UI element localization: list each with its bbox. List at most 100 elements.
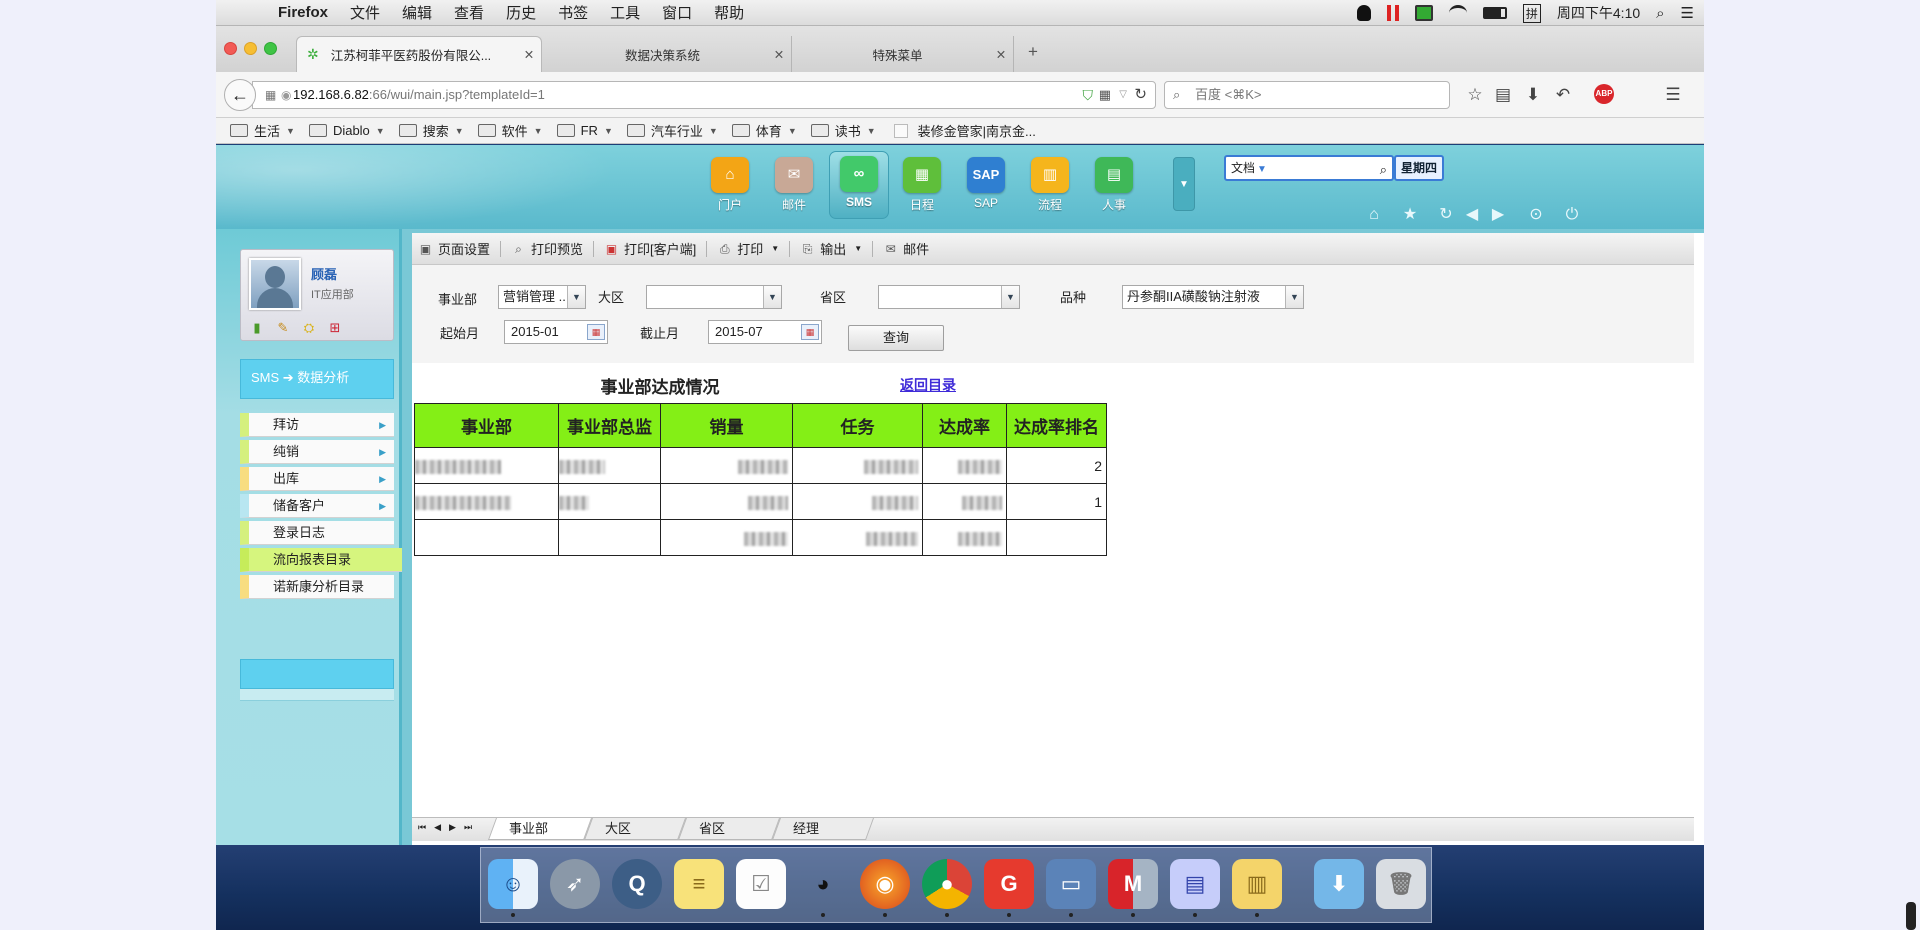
bookmark-folder-software[interactable]: 软件 ▼ [477, 121, 543, 140]
star-icon[interactable]: ★ [1400, 205, 1420, 225]
column-header[interactable]: 任务 [792, 403, 923, 448]
menu-edit[interactable]: 编辑 [402, 2, 432, 23]
app-menu[interactable]: Firefox [278, 4, 328, 21]
window-close-button[interactable] [224, 42, 237, 55]
menu-history[interactable]: 历史 [506, 2, 536, 23]
url-dropdown-icon[interactable]: ▽ [1119, 82, 1127, 108]
back-to-catalog-link[interactable]: 返回目录 [900, 375, 956, 395]
app-sap[interactable]: SAP SAP [958, 157, 1014, 219]
bookmark-star-icon[interactable]: ☆ [1464, 84, 1486, 106]
power-icon[interactable]: ⏻ [1562, 205, 1582, 225]
sales-cell[interactable] [660, 519, 793, 556]
firefox-icon[interactable]: ◉ [860, 859, 910, 909]
tab-special-menu[interactable]: 特殊菜单 ✕ [794, 36, 1014, 72]
email-button[interactable]: ✉ 邮件 [883, 239, 930, 258]
bookmark-folder-search[interactable]: 搜索 ▼ [398, 121, 464, 140]
menu-file[interactable]: 文件 [350, 2, 380, 23]
province-select[interactable]: ▼ [878, 285, 1020, 309]
reload-icon[interactable]: ↻ [1134, 82, 1147, 108]
bookmark-folder-fr[interactable]: FR ▼ [556, 123, 613, 138]
tab-decision-system[interactable]: 数据决策系统 ✕ [546, 36, 792, 72]
back-arrow-icon[interactable]: ◀ [1462, 205, 1482, 225]
scrollbar-thumb[interactable] [1906, 902, 1916, 930]
column-header[interactable]: 达成率 [922, 403, 1007, 448]
menu-bookmarks[interactable]: 书签 [558, 2, 588, 23]
settings-icon[interactable]: ⊙ [1526, 205, 1546, 225]
division-cell[interactable] [414, 519, 559, 556]
input-method-icon[interactable]: 拼 [1522, 3, 1541, 23]
app-g-icon[interactable]: G [984, 859, 1034, 909]
rate-cell[interactable] [922, 483, 1007, 520]
download-icon[interactable]: ⬇ [1522, 84, 1544, 106]
column-header[interactable]: 事业部 [414, 403, 559, 448]
menu-window[interactable]: 窗口 [662, 2, 692, 23]
bookmark-folder-reading[interactable]: 读书 ▼ [810, 121, 876, 140]
adblock-icon[interactable]: ABP [1594, 84, 1614, 104]
sidebar-item-login-log[interactable]: 登录日志 [240, 521, 394, 545]
trash-icon[interactable]: 🗑 [1376, 859, 1426, 909]
region-select[interactable]: ▼ [646, 285, 782, 309]
forward-arrow-icon[interactable]: ▶ [1488, 205, 1508, 225]
notes-icon[interactable]: ≡ [674, 859, 724, 909]
rank-cell[interactable] [1006, 519, 1107, 556]
app-schedule[interactable]: ▦ 日程 [894, 157, 950, 219]
refresh-icon[interactable]: ↻ [1436, 205, 1456, 225]
calendar-icon[interactable]: ▦ [801, 324, 819, 340]
spotlight-icon[interactable]: ⌕ [1656, 5, 1664, 22]
sales-cell[interactable] [660, 483, 793, 520]
downloads-icon[interactable]: ⬇ [1314, 859, 1364, 909]
division-cell[interactable] [414, 483, 559, 520]
target-cell[interactable] [792, 519, 923, 556]
column-header[interactable]: 达成率排名 [1006, 403, 1107, 448]
screen-icon[interactable]: ▤ [1170, 859, 1220, 909]
menu-tools[interactable]: 工具 [610, 2, 640, 23]
chevron-down-icon[interactable]: ▼ [763, 286, 781, 308]
calendar-icon[interactable]: ▦ [587, 324, 605, 340]
sidebar-item-visit[interactable]: 拜访 ▶ [240, 413, 394, 437]
start-month-input[interactable]: 2015-01 ▦ [504, 320, 608, 344]
director-cell[interactable] [558, 519, 661, 556]
launchpad-icon[interactable]: ➶ [550, 859, 600, 909]
rate-cell[interactable] [922, 519, 1007, 556]
export-button[interactable]: ⎘ 输出 ▼ [800, 239, 862, 258]
search-bar[interactable]: ⌕ 百度 <⌘K> [1164, 81, 1450, 109]
division-cell[interactable] [414, 447, 559, 484]
finder-icon[interactable]: ☺ [488, 859, 538, 909]
column-header[interactable]: 销量 [660, 403, 793, 448]
rate-cell[interactable] [922, 447, 1007, 484]
app-mail[interactable]: ✉ 邮件 [766, 157, 822, 219]
page-setup-button[interactable]: ▣ 页面设置 [418, 239, 490, 258]
battery-app-icon[interactable] [1414, 5, 1433, 21]
director-cell[interactable] [558, 483, 661, 520]
clock[interactable]: 周四下午4:10 [1557, 3, 1640, 23]
monitor-icon[interactable]: ▭ [1046, 859, 1096, 909]
search-icon[interactable]: ⌕ [1380, 159, 1387, 181]
bookmark-folder-diablo[interactable]: Diablo ▼ [308, 123, 385, 138]
sidebar-item-nuoxinkang-catalog[interactable]: 诺新康分析目录 [240, 575, 394, 599]
print-preview-button[interactable]: ⌕ 打印预览 [511, 239, 583, 258]
target-cell[interactable] [792, 483, 923, 520]
tab-close-icon[interactable]: ✕ [989, 47, 1013, 62]
bookmark-folder-life[interactable]: 生活 ▼ [230, 121, 295, 140]
wifi-icon[interactable] [1448, 5, 1467, 21]
first-sheet-icon[interactable]: ⏮ [418, 822, 426, 833]
app-m-icon[interactable]: M [1108, 859, 1158, 909]
end-month-input[interactable]: 2015-07 ▦ [708, 320, 822, 344]
sheet-tab-manager[interactable]: 经理 [771, 818, 875, 840]
bookmark-folder-sports[interactable]: 体育 ▼ [731, 121, 797, 140]
sidebar-item-pure-sales[interactable]: 纯销 ▶ [240, 440, 394, 464]
sidebar-item-reserve-customers[interactable]: 储备客户 ▶ [240, 494, 394, 518]
url-bar[interactable]: ▦ ◉ 192.168.6.82:66/wui/main.jsp?templat… [252, 81, 1156, 109]
tab-active[interactable]: ✲ 江苏柯菲平医药股份有限公... ✕ [296, 36, 542, 72]
print-button[interactable]: ⎙ 打印 ▼ [717, 239, 779, 258]
note-icon[interactable]: ✎ [275, 320, 291, 336]
reading-list-icon[interactable]: ▤ [1492, 84, 1514, 106]
qq-icon[interactable]: ◕ [798, 859, 848, 909]
quicktime-icon[interactable]: Q [612, 859, 662, 909]
next-sheet-icon[interactable]: ▶ [449, 822, 456, 833]
home-icon[interactable]: ⌂ [1364, 205, 1384, 225]
notification-center-icon[interactable]: ☰ [1681, 4, 1694, 22]
window-minimize-button[interactable] [244, 42, 257, 55]
parallels-icon[interactable] [1386, 5, 1399, 21]
doc-search-box[interactable]: 文档 ▼ ⌕ [1224, 155, 1394, 181]
